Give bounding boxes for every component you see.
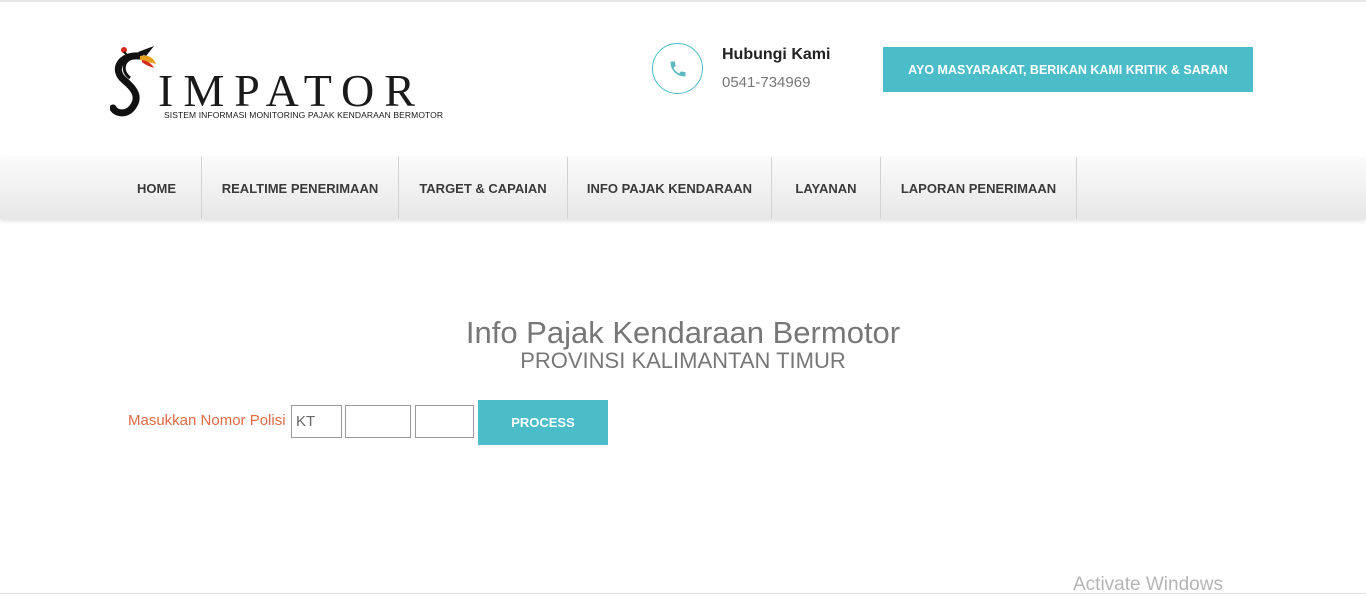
phone-glyph-icon (670, 61, 685, 76)
process-button[interactable]: PROCESS (478, 400, 608, 445)
contact-phone: 0541-734969 (722, 74, 811, 91)
nav-home[interactable]: HOME (112, 157, 202, 219)
nav-layanan[interactable]: LAYANAN (772, 157, 881, 219)
nav-realtime-penerimaan[interactable]: REALTIME PENERIMAAN (202, 157, 399, 219)
logo-tagline: SISTEM INFORMASI MONITORING PAJAK KENDAR… (164, 110, 444, 120)
phone-icon (652, 43, 703, 94)
simpator-logo[interactable]: IMPATOR SISTEM INFORMASI MONITORING PAJA… (110, 42, 444, 124)
page-subtitle: PROVINSI KALIMANTAN TIMUR (520, 348, 846, 373)
nav-info-pajak[interactable]: INFO PAJAK KENDARAAN (568, 157, 772, 219)
plate-number-input[interactable] (345, 405, 411, 438)
logo-s-bird-icon (110, 46, 156, 117)
bottom-divider (0, 593, 1366, 594)
feedback-cta-button[interactable]: AYO MASYARAKAT, BERIKAN KAMI KRITIK & SA… (883, 47, 1253, 92)
page-title: Info Pajak Kendaraan Bermotor (465, 315, 901, 350)
nav-target-capaian[interactable]: TARGET & CAPAIAN (399, 157, 568, 219)
nav-laporan-penerimaan[interactable]: LAPORAN PENERIMAAN (881, 157, 1077, 219)
plate-number-label: Masukkan Nomor Polisi (128, 412, 286, 429)
contact-title: Hubungi Kami (722, 46, 831, 63)
plate-suffix-input[interactable] (415, 405, 474, 438)
plate-prefix-input[interactable] (291, 405, 342, 438)
main-navbar: HOME REALTIME PENERIMAAN TARGET & CAPAIA… (0, 157, 1366, 219)
logo-wordmark: IMPATOR (158, 65, 425, 116)
